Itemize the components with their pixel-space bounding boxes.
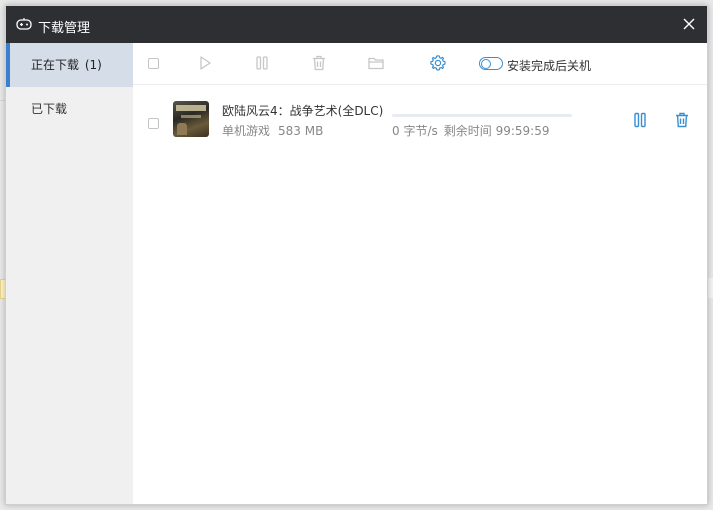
window-title: 下载管理 xyxy=(38,21,91,36)
toolbar: 安装完成后关机 xyxy=(133,43,707,85)
gamepad-icon xyxy=(16,18,32,30)
game-meta: 单机游戏 583 MB xyxy=(222,122,323,139)
list-item[interactable]: 欧陆风云4：战争艺术(全DLC) 单机游戏 583 MB 0 字节/s 剩余时间 9… xyxy=(133,85,707,157)
download-list-panel: 安装完成后关机 欧陆风云4：战争艺术(全DLC) 单机游戏 583 MB 0 字节… xyxy=(133,43,707,504)
sidebar-item-label: 正在下载 xyxy=(31,58,80,72)
close-icon[interactable] xyxy=(681,16,697,32)
download-count: (1) xyxy=(84,58,102,72)
title-bar: 下载管理 xyxy=(6,6,707,43)
sidebar: 正在下载 (1) 已下载 xyxy=(6,43,133,504)
trash-icon[interactable] xyxy=(673,111,691,129)
download-manager-window: 下载管理 正在下载 (1) 已下载 安装完成后关机 欧陆风云4：战争艺术(全DL… xyxy=(5,5,708,505)
download-progress-bar xyxy=(392,114,572,117)
game-thumbnail xyxy=(173,101,209,137)
remaining-time: 剩余时间 99:59:59 xyxy=(443,124,550,138)
item-checkbox[interactable] xyxy=(148,118,159,129)
play-icon[interactable] xyxy=(196,54,214,72)
pause-icon[interactable] xyxy=(253,54,271,72)
game-category: 单机游戏 xyxy=(222,124,271,138)
sidebar-item-downloading[interactable]: 正在下载 (1) xyxy=(6,43,133,87)
game-size: 583 MB xyxy=(278,124,324,138)
pause-icon[interactable] xyxy=(631,111,649,129)
download-status: 0 字节/s 剩余时间 99:59:59 xyxy=(392,122,549,139)
sidebar-item-label: 已下载 xyxy=(31,102,68,116)
gear-icon[interactable] xyxy=(429,54,447,72)
download-speed: 0 字节/s xyxy=(392,124,438,138)
sidebar-item-downloaded[interactable]: 已下载 xyxy=(6,87,133,131)
folder-icon[interactable] xyxy=(367,54,385,72)
trash-icon[interactable] xyxy=(310,54,328,72)
select-all-checkbox[interactable] xyxy=(148,58,159,69)
shutdown-toggle-label: 安装完成后关机 xyxy=(507,59,592,73)
shutdown-toggle[interactable] xyxy=(479,57,503,70)
game-title: 欧陆风云4：战争艺术(全DLC) xyxy=(222,104,384,118)
